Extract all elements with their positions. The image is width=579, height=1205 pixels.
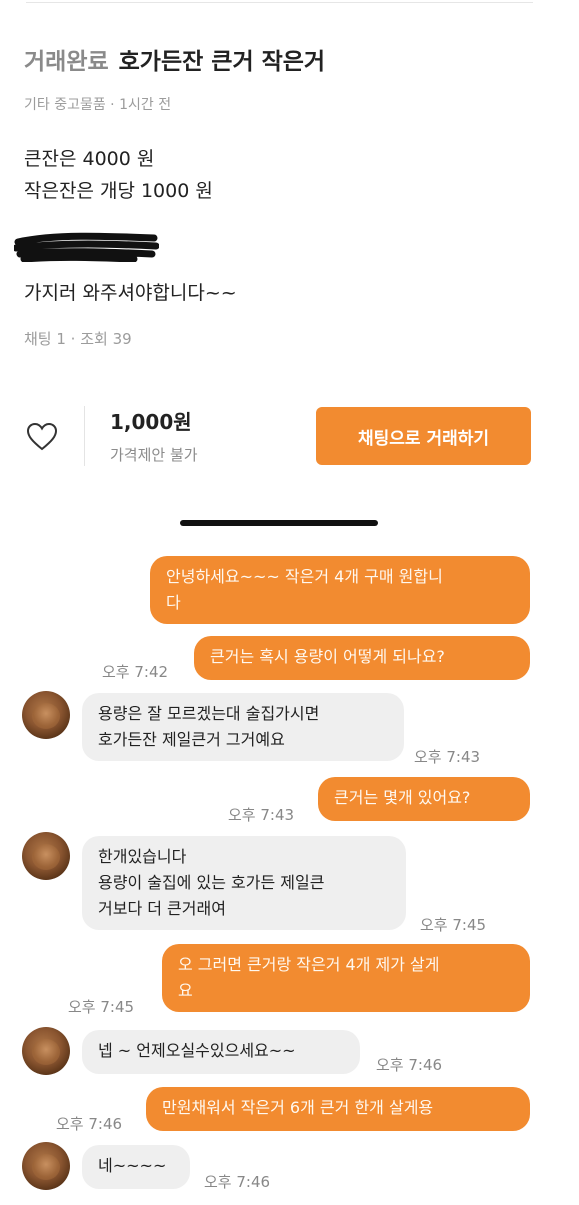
message-time: 오후 7:45 [68,998,135,1016]
message-incoming: 네~~~~ [82,1145,190,1189]
message-outgoing: 안녕하세요~~~ 작은거 4개 구매 원합니 다 [150,556,530,624]
avatar[interactable] [22,691,70,739]
message-time: 오후 7:43 [228,806,295,824]
post-stats: 채팅 1 · 조회 39 [24,330,132,348]
message-incoming: 한개있습니다 용량이 술집에 있는 호가든 제일큰 거보다 더 큰거래여 [82,836,406,930]
post-title: 거래완료 호가든잔 큰거 작은거 [24,42,325,76]
chat-trade-button[interactable]: 채팅으로 거래하기 [316,407,531,465]
avatar[interactable] [22,832,70,880]
post-body: 큰잔은 4000 원 작은잔은 개당 1000 원 [24,143,213,207]
message-outgoing: 큰거는 혹시 용량이 어떻게 되나요? [194,636,530,680]
post-category-time: 기타 중고물품 · 1시간 전 [24,97,172,113]
post-title-text: 호가든잔 큰거 작은거 [118,49,326,75]
avatar[interactable] [22,1142,70,1190]
message-incoming: 넵 ~ 언제오실수있으세요~~ [82,1030,360,1074]
price-offer-note: 가격제안 불가 [110,446,198,464]
post-body-line: 가지러 와주셔야합니다~~ [24,282,237,304]
avatar[interactable] [22,1027,70,1075]
post-body-line: 큰잔은 4000 원 [24,148,155,170]
price-bar: 1,000원 가격제안 불가 채팅으로 거래하기 [0,392,579,482]
vertical-divider [84,406,85,466]
redacted-scribble [12,232,160,263]
message-outgoing: 만원채워서 작은거 6개 큰거 한개 살게용 [146,1087,530,1131]
post-body-line: 작은잔은 개당 1000 원 [24,180,213,202]
top-divider [26,2,533,3]
message-time: 오후 7:42 [102,663,169,681]
trade-status-label: 거래완료 [24,49,109,75]
message-time: 오후 7:45 [420,916,487,934]
price: 1,000원 [110,410,192,434]
message-incoming: 용량은 잘 모르겠는대 술집가시면 호가든잔 제일큰거 그거예요 [82,693,404,761]
message-outgoing: 오 그러면 큰거랑 작은거 4개 제가 살게 요 [162,944,530,1012]
message-time: 오후 7:46 [56,1115,123,1133]
heart-outline-icon[interactable] [26,422,58,452]
message-outgoing: 큰거는 몇개 있어요? [318,777,530,821]
message-time: 오후 7:43 [414,748,481,766]
home-indicator [180,520,378,526]
message-time: 오후 7:46 [204,1173,271,1191]
message-time: 오후 7:46 [376,1056,443,1074]
